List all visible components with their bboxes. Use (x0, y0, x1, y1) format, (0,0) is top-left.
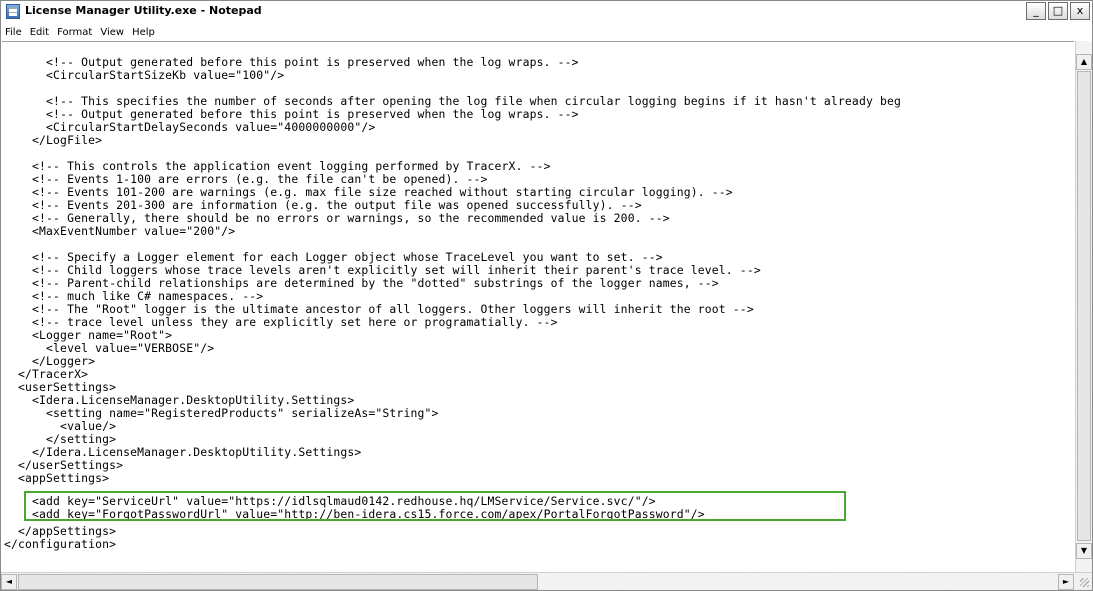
scroll-up-arrow-icon[interactable]: ▲ (1076, 54, 1092, 70)
window-title: License Manager Utility.exe - Notepad (25, 4, 262, 17)
notepad-app-icon (6, 4, 20, 19)
resize-grip-icon[interactable] (1075, 573, 1092, 590)
title-bar[interactable]: License Manager Utility.exe - Notepad _ … (1, 1, 1092, 24)
menu-view[interactable]: View (100, 27, 130, 38)
menu-format[interactable]: Format (57, 27, 98, 38)
horizontal-scrollbar[interactable]: ◄ ► (1, 572, 1092, 590)
horizontal-scroll-thumb[interactable] (18, 574, 538, 590)
menu-file[interactable]: File (5, 27, 28, 38)
maximize-button[interactable]: □ (1048, 2, 1068, 20)
scroll-left-arrow-icon[interactable]: ◄ (1, 574, 17, 590)
text-line: <add key="ForgotPasswordUrl" value="http… (4, 507, 705, 521)
scroll-right-arrow-icon[interactable]: ► (1058, 574, 1074, 590)
menu-bar: File Edit Format View Help (1, 23, 1092, 41)
close-button[interactable]: x (1070, 2, 1090, 20)
minimize-button[interactable]: _ (1026, 2, 1046, 20)
text-editor-area[interactable]: <!-- Output generated before this point … (2, 41, 1074, 573)
menu-edit[interactable]: Edit (30, 27, 55, 38)
text-line: <MaxEventNumber value="200"/> (4, 224, 236, 238)
vertical-scroll-thumb[interactable] (1077, 71, 1091, 541)
text-line: <CircularStartSizeKb value="100"/> (4, 68, 285, 82)
window-controls: _ □ x (1026, 2, 1090, 21)
text-line: <appSettings> (4, 471, 110, 485)
vertical-scrollbar[interactable]: ▲ ▼ (1075, 41, 1092, 572)
menu-help[interactable]: Help (132, 27, 161, 38)
notepad-window: License Manager Utility.exe - Notepad _ … (0, 0, 1093, 591)
scroll-down-arrow-icon[interactable]: ▼ (1076, 543, 1092, 559)
text-line: </configuration> (4, 537, 117, 551)
text-line: </LogFile> (4, 133, 103, 147)
